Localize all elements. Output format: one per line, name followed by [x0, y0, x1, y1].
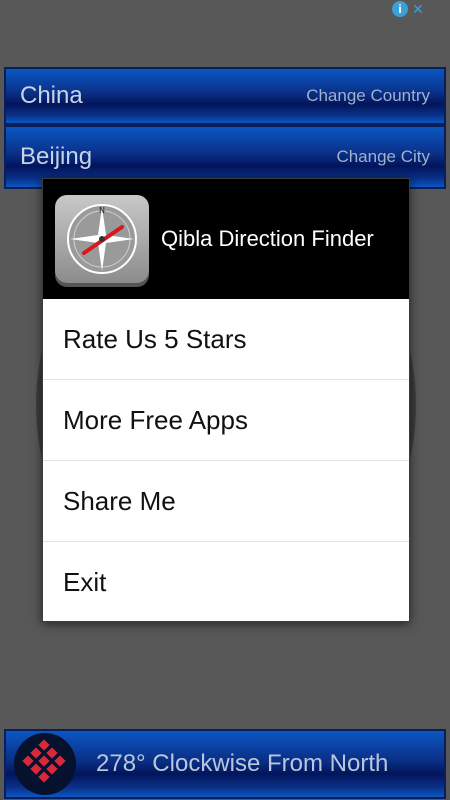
close-icon[interactable]: ✕ — [410, 1, 426, 17]
compass-icon: N — [55, 195, 149, 283]
direction-bar: 278° Clockwise From North — [4, 729, 446, 799]
dialog-header: N Qibla Direction Finder — [43, 179, 409, 299]
svg-text:N: N — [99, 206, 105, 215]
more-apps-menu-item[interactable]: More Free Apps — [43, 380, 409, 461]
pattern-icon — [14, 733, 76, 795]
country-bar[interactable]: China Change Country — [4, 67, 446, 125]
city-name: Beijing — [20, 143, 93, 170]
ad-choices-badge[interactable]: i ✕ — [378, 0, 426, 18]
change-city-button[interactable]: Change City — [336, 147, 430, 167]
options-dialog: N Qibla Direction Finder Rate Us 5 Stars… — [42, 178, 410, 622]
country-name: China — [20, 82, 83, 109]
rate-us-menu-item[interactable]: Rate Us 5 Stars — [43, 299, 409, 380]
exit-menu-item[interactable]: Exit — [43, 542, 409, 623]
info-icon[interactable]: i — [392, 1, 408, 17]
dialog-title: Qibla Direction Finder — [161, 226, 374, 251]
change-country-button[interactable]: Change Country — [306, 86, 430, 106]
share-menu-item[interactable]: Share Me — [43, 461, 409, 542]
qibla-direction-text: 278° Clockwise From North — [96, 750, 389, 777]
